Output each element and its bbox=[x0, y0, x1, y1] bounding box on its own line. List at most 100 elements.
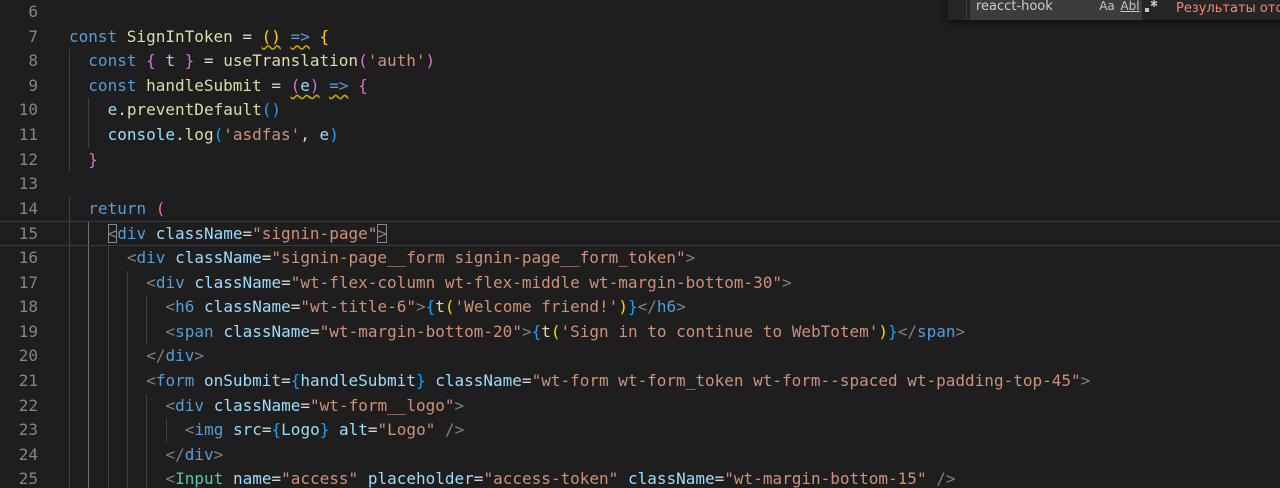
line-number: 25 bbox=[18, 469, 38, 488]
code-token: div bbox=[175, 395, 205, 415]
indent-guide bbox=[88, 270, 90, 296]
code-token: e bbox=[319, 124, 330, 144]
indent-guide bbox=[88, 222, 90, 245]
code-line[interactable]: 15 <div className="signin-page"> bbox=[0, 221, 1280, 246]
indent-guide bbox=[107, 245, 109, 271]
code-token: { bbox=[425, 297, 436, 317]
code-token: className bbox=[435, 370, 522, 390]
code-token: = bbox=[310, 321, 320, 341]
code-line[interactable]: 24 </div> bbox=[0, 442, 1280, 468]
code-token: } bbox=[415, 370, 426, 390]
indent-guide bbox=[126, 442, 128, 468]
code-token: = bbox=[261, 420, 272, 440]
code-text: </div> bbox=[166, 443, 224, 468]
code-token: > bbox=[213, 444, 224, 464]
line-number: 19 bbox=[18, 321, 38, 341]
line-number: 10 bbox=[18, 100, 38, 120]
code-line[interactable]: 9 const handleSubmit = (e) => { bbox=[0, 73, 1280, 99]
code-token: const bbox=[88, 75, 147, 95]
line-number: 20 bbox=[18, 346, 38, 366]
indent-guide bbox=[69, 344, 70, 369]
find-input-box[interactable]: Aa Abl bbox=[970, 0, 1158, 20]
code-line[interactable]: 10 e.preventDefault() bbox=[0, 98, 1280, 123]
code-token: div bbox=[155, 272, 185, 292]
find-replace-toggle[interactable] bbox=[948, 0, 967, 20]
code-lines[interactable]: 6 7 const SignInToken = () => {8 const { t … bbox=[0, 0, 1280, 488]
indent-guide bbox=[69, 270, 70, 296]
find-input[interactable] bbox=[976, 0, 1086, 15]
code-text: <Input name="access" placeholder="access… bbox=[166, 467, 956, 488]
code-token: handleSubmit bbox=[300, 370, 416, 390]
code-token: > bbox=[955, 321, 966, 341]
code-text: const { t } = useTranslation('auth') bbox=[88, 49, 435, 74]
code-editor[interactable]: 6 7 const SignInToken = () => {8 const { t … bbox=[0, 0, 1280, 488]
code-token: Logo bbox=[281, 420, 320, 440]
code-token: "wt-margin-bottom-20" bbox=[319, 321, 522, 341]
code-token: const bbox=[88, 51, 147, 71]
code-token: 'auth' bbox=[367, 51, 426, 71]
code-text: <div className="wt-form__logo"> bbox=[166, 394, 465, 419]
code-token: handleSubmit bbox=[146, 75, 262, 95]
code-token: , bbox=[300, 124, 320, 144]
code-line[interactable]: 16 <div className="signin-page__form sign… bbox=[0, 245, 1280, 271]
code-line[interactable]: 14 return ( bbox=[0, 196, 1280, 222]
code-line[interactable]: 21 <form onSubmit={handleSubmit} classNam… bbox=[0, 368, 1280, 394]
code-token: 'Sign in to continue to WebTotem' bbox=[560, 321, 879, 341]
code-token: < bbox=[107, 224, 118, 244]
line-number: 13 bbox=[18, 174, 38, 194]
code-token: form bbox=[155, 370, 195, 390]
indent-guide bbox=[69, 147, 70, 173]
code-token: span bbox=[916, 321, 956, 341]
code-token: </ bbox=[165, 444, 185, 464]
code-line[interactable]: 13 bbox=[0, 172, 1280, 197]
code-line[interactable]: 12} bbox=[0, 147, 1280, 173]
code-text: <h6 className="wt-title-6">{t('Welcome f… bbox=[166, 295, 686, 320]
regex-toggle[interactable] bbox=[1143, 0, 1161, 14]
code-token: = bbox=[281, 272, 291, 292]
indent-guide bbox=[69, 393, 70, 419]
code-token: Input bbox=[175, 469, 224, 488]
code-line[interactable]: 17 <div className="wt-flex-column wt-flex… bbox=[0, 270, 1280, 296]
code-token: > bbox=[676, 297, 686, 317]
code-token: > bbox=[454, 395, 465, 415]
indent-guide bbox=[69, 49, 70, 74]
code-line[interactable]: 20 </div> bbox=[0, 344, 1280, 369]
code-token: "access-token" bbox=[483, 469, 619, 488]
code-line[interactable]: 23 <img src={Logo} alt="Logo" /> bbox=[0, 418, 1280, 443]
indent-guide bbox=[107, 418, 109, 443]
code-token: => bbox=[290, 26, 310, 46]
code-token: className bbox=[223, 321, 311, 341]
indent-guide bbox=[146, 393, 148, 419]
code-token: t bbox=[435, 297, 445, 317]
whole-word-toggle[interactable]: Abl bbox=[1120, 0, 1140, 14]
indent-guide bbox=[88, 245, 90, 271]
indent-guide bbox=[107, 319, 109, 345]
code-token: className bbox=[155, 224, 243, 244]
indent-guide bbox=[69, 245, 70, 271]
code-token: = bbox=[261, 247, 272, 267]
code-line[interactable]: 8 const { t } = useTranslation('auth') bbox=[0, 49, 1280, 74]
code-token: = bbox=[281, 370, 291, 390]
code-token: = bbox=[271, 469, 282, 488]
match-case-toggle[interactable]: Aa bbox=[1098, 0, 1116, 14]
code-token: = bbox=[261, 75, 291, 95]
code-token: ( bbox=[155, 198, 166, 218]
code-line[interactable]: 19 <span className="wt-margin-bottom-20">… bbox=[0, 319, 1280, 345]
code-token: { bbox=[290, 370, 301, 390]
code-token: t bbox=[165, 51, 176, 71]
code-line[interactable]: 11 console.log('asdfas', e) bbox=[0, 122, 1280, 148]
code-line[interactable]: 7 const SignInToken = () => { bbox=[0, 25, 1280, 50]
indent-guide bbox=[69, 196, 70, 222]
find-widget: Aa Abl Результаты отсу bbox=[948, 0, 1280, 20]
code-token: = bbox=[232, 26, 262, 46]
code-line[interactable]: 18 <h6 className="wt-title-6">{t('Welcome… bbox=[0, 295, 1280, 320]
code-line[interactable]: 22 <div className="wt-form__logo"> bbox=[0, 393, 1280, 419]
code-line[interactable]: 25 <Input name="access" placeholder="acce… bbox=[0, 467, 1280, 488]
code-token: div bbox=[165, 346, 195, 366]
regex-icon bbox=[1145, 0, 1158, 12]
indent-guide bbox=[126, 344, 128, 369]
indent-guide bbox=[107, 368, 109, 394]
